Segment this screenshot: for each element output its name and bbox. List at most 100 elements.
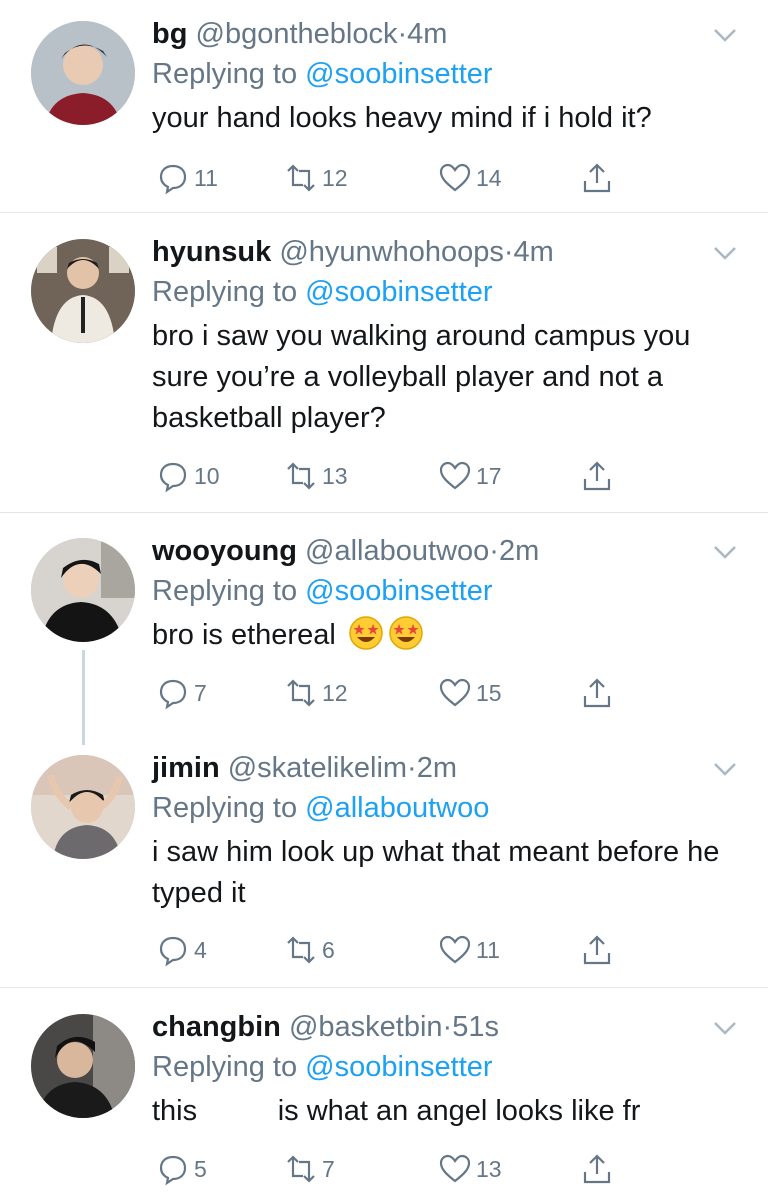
retweet-button[interactable]: 7 (284, 1149, 335, 1189)
user-handle[interactable]: @allaboutwoo (305, 535, 489, 567)
replying-to: Replying to @allaboutwoo (152, 789, 489, 827)
retweet-icon (287, 1155, 315, 1183)
chevron-down-icon[interactable] (710, 20, 740, 50)
replying-to-label: Replying to (152, 1051, 306, 1083)
user-handle[interactable]: @bgontheblock (196, 18, 398, 50)
tweet-header: changbin @basketbin·51s (152, 1008, 499, 1046)
tweet-divider (0, 512, 768, 513)
share-button[interactable] (580, 1149, 618, 1189)
chevron-down-icon[interactable] (710, 537, 740, 567)
tweet-text: this is what an angel looks like fr (152, 1095, 641, 1127)
user-handle[interactable]: @hyunwhohoops (279, 236, 504, 268)
reply-button[interactable]: 5 (156, 1149, 207, 1189)
mention-link[interactable]: @soobinsetter (305, 276, 492, 308)
like-count: 17 (476, 462, 502, 489)
tweet[interactable]: hyunsuk @hyunwhohoops·4m Replying to @so… (0, 218, 768, 510)
separator-dot: · (407, 752, 417, 784)
like-button[interactable]: 14 (438, 158, 502, 198)
mention-link[interactable]: @soobinsetter (305, 58, 492, 90)
mention-link[interactable]: @soobinsetter (305, 575, 492, 607)
reply-count: 10 (194, 462, 220, 489)
avatar[interactable] (31, 755, 135, 859)
tweet-header: hyunsuk @hyunwhohoops·4m (152, 233, 554, 271)
chevron-down-icon[interactable] (710, 238, 740, 268)
tweet-text: your hand looks heavy mind if i hold it? (152, 102, 652, 134)
display-name[interactable]: jimin (152, 752, 220, 784)
retweet-icon (287, 164, 315, 192)
retweet-icon (287, 679, 315, 707)
display-name[interactable]: hyunsuk (152, 236, 271, 268)
avatar[interactable] (31, 1014, 135, 1118)
like-count: 15 (476, 679, 502, 706)
tweet-header: jimin @skatelikelim·2m (152, 749, 457, 787)
retweet-button[interactable]: 13 (284, 456, 348, 496)
timestamp[interactable]: 4m (407, 18, 447, 50)
timestamp[interactable]: 2m (417, 752, 457, 784)
avatar[interactable] (31, 239, 135, 343)
reply-count: 4 (194, 936, 207, 963)
retweet-icon (287, 462, 315, 490)
like-button[interactable]: 15 (438, 673, 502, 713)
tweet-actions: 10 13 17 (152, 456, 622, 496)
tweet-actions: 11 12 14 (152, 158, 622, 198)
chevron-down-icon[interactable] (710, 754, 740, 784)
tweet-divider (0, 987, 768, 988)
display-name[interactable]: wooyoung (152, 535, 297, 567)
share-button[interactable] (580, 673, 618, 713)
heart-icon (439, 1154, 471, 1183)
tweet[interactable]: wooyoung @allaboutwoo·2m Replying to @so… (0, 517, 768, 737)
reply-button[interactable]: 10 (156, 456, 220, 496)
retweet-button[interactable]: 6 (284, 930, 335, 970)
share-button[interactable] (580, 456, 618, 496)
share-button[interactable] (580, 930, 618, 970)
retweet-count: 12 (322, 679, 348, 706)
display-name[interactable]: bg (152, 18, 187, 50)
user-handle[interactable]: @skatelikelim (228, 752, 407, 784)
retweet-button[interactable]: 12 (284, 158, 348, 198)
like-button[interactable]: 17 (438, 456, 502, 496)
share-icon (583, 935, 611, 965)
reply-count: 7 (194, 679, 207, 706)
display-name[interactable]: changbin (152, 1011, 281, 1043)
retweet-count: 6 (322, 936, 335, 963)
timestamp[interactable]: 51s (452, 1011, 499, 1043)
tweet[interactable]: bg @bgontheblock·4m Replying to @soobins… (0, 0, 768, 212)
mention-link[interactable]: @soobinsetter (305, 1051, 492, 1083)
tweet-actions: 4 6 11 (152, 930, 622, 970)
reply-button[interactable]: 4 (156, 930, 207, 970)
timestamp[interactable]: 2m (499, 535, 539, 567)
replying-to-label: Replying to (152, 58, 306, 90)
tweet[interactable]: jimin @skatelikelim·2m Replying to @alla… (0, 734, 768, 986)
reply-icon (159, 164, 187, 195)
chevron-down-icon[interactable] (710, 1013, 740, 1043)
retweet-count: 13 (322, 462, 348, 489)
replying-to-label: Replying to (152, 792, 306, 824)
tweet-text: bro i saw you walking around campus you … (152, 320, 691, 434)
share-icon (583, 461, 611, 491)
reply-count: 11 (194, 164, 218, 191)
retweet-count: 7 (322, 1155, 335, 1182)
replying-to-label: Replying to (152, 575, 306, 607)
reply-count: 5 (194, 1155, 207, 1182)
share-button[interactable] (580, 158, 618, 198)
timestamp[interactable]: 4m (514, 236, 554, 268)
avatar[interactable] (31, 21, 135, 125)
like-button[interactable]: 13 (438, 1149, 502, 1189)
user-handle[interactable]: @basketbin (289, 1011, 443, 1043)
avatar[interactable] (31, 538, 135, 642)
tweet[interactable]: changbin @basketbin·51s Replying to @soo… (0, 993, 768, 1200)
tweet-actions: 7 12 15 (152, 673, 622, 713)
retweet-icon (287, 936, 315, 964)
share-icon (583, 163, 611, 193)
replying-to: Replying to @soobinsetter (152, 273, 493, 311)
tweet-header: bg @bgontheblock·4m (152, 15, 447, 53)
mention-link[interactable]: @allaboutwoo (305, 792, 489, 824)
reply-button[interactable]: 7 (156, 673, 207, 713)
like-button[interactable]: 11 (438, 930, 500, 970)
replying-to: Replying to @soobinsetter (152, 1048, 493, 1086)
separator-dot: · (442, 1011, 453, 1043)
share-icon (583, 1154, 611, 1184)
retweet-button[interactable]: 12 (284, 673, 348, 713)
heart-icon (439, 678, 471, 707)
reply-button[interactable]: 11 (156, 158, 218, 198)
